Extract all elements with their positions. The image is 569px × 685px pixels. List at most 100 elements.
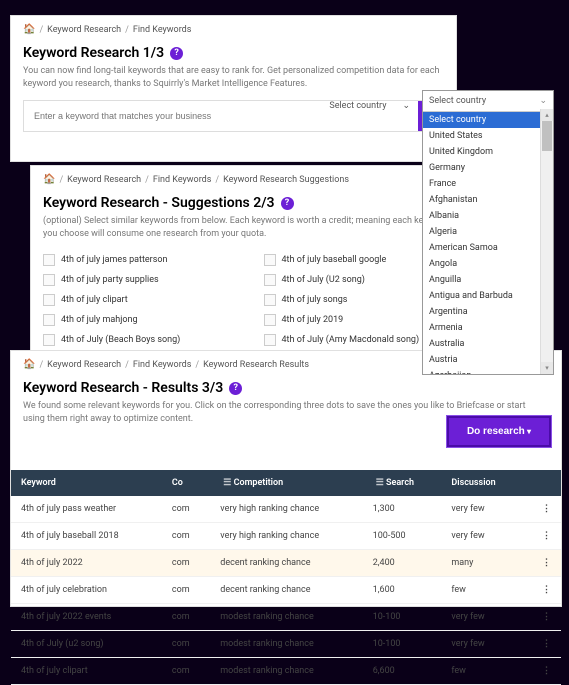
cell-co: com [162,658,210,685]
country-option[interactable]: Afghanistan [423,192,541,208]
col-co[interactable]: Co [162,470,210,496]
panel-step1: 🏠/ Keyword Research/ Find Keywords Keywo… [10,15,457,162]
table-row: 4th of july 2022 eventscommodest ranking… [11,604,561,631]
cell-search: 10-100 [363,604,442,631]
col-search[interactable]: ☰ Search [363,470,442,496]
sort-icon: ☰ [376,478,384,488]
scroll-up-icon[interactable]: ▴ [541,109,553,121]
checkbox-icon[interactable] [43,294,55,306]
suggestion-label: 4th of july mahjong [61,315,138,325]
cell-co: com [162,631,210,658]
suggestion-item[interactable]: 4th of july james patterson [43,250,244,270]
keyword-input[interactable] [24,101,321,131]
keyword-input-row: Select country⌄ [23,100,444,132]
country-option[interactable]: Albania [423,208,541,224]
bc-link[interactable]: Keyword Research [47,360,121,370]
country-option[interactable]: United States [423,128,541,144]
col-discussion[interactable]: Discussion [441,470,523,496]
country-option[interactable]: Angola [423,256,541,272]
cell-competition: very high ranking chance [210,523,362,550]
country-option[interactable]: Germany [423,160,541,176]
country-option[interactable]: Algeria [423,224,541,240]
cell-discussion: few [441,577,523,604]
cell-keyword: 4th of july 2022 events [11,604,162,631]
row-menu-icon[interactable]: ⋮ [524,550,561,577]
row-menu-icon[interactable]: ⋮ [524,631,561,658]
row-menu-icon[interactable]: ⋮ [524,577,561,604]
country-option[interactable]: France [423,176,541,192]
country-option[interactable]: American Samoa [423,240,541,256]
bc-link[interactable]: Find Keywords [133,360,192,370]
bc-link[interactable]: Keyword Research [47,25,121,35]
help-icon[interactable]: ? [229,382,242,395]
cell-competition: decent ranking chance [210,577,362,604]
panel-step2: 🏠/ Keyword Research/ Find Keywords/ Keyw… [30,165,477,367]
country-option[interactable]: Select country [423,112,541,128]
country-option[interactable]: Argentina [423,304,541,320]
cell-keyword: 4th of july baseball 2018 [11,523,162,550]
table-row: 4th of july clipartcommodest ranking cha… [11,658,561,685]
table-row: 4th of july baseball 2018comvery high ra… [11,523,561,550]
country-option[interactable]: Armenia [423,320,541,336]
checkbox-icon[interactable] [43,254,55,266]
panel-step3: 🏠/ Keyword Research/ Find Keywords/ Keyw… [10,350,562,607]
bc-link[interactable]: Keyword Research [67,175,141,185]
suggestion-item[interactable]: 4th of july party supplies [43,270,244,290]
cell-search: 2,400 [363,550,442,577]
country-option[interactable]: Austria [423,352,541,368]
cell-search: 1,300 [363,496,442,523]
cell-keyword: 4th of july pass weather [11,496,162,523]
country-option[interactable]: United Kingdom [423,144,541,160]
bc-link[interactable]: Find Keywords [133,25,192,35]
checkbox-icon[interactable] [43,274,55,286]
suggestion-label: 4th of July (Amy Macdonald song) [282,335,420,345]
bc-link[interactable]: Keyword Research Results [203,360,309,370]
country-option[interactable]: Anguilla [423,272,541,288]
do-research-button[interactable]: Do research [447,416,551,447]
description: (optional) Select similar keywords from … [31,215,476,250]
suggestion-label: 4th of July (Beach Boys song) [61,335,180,345]
checkbox-icon[interactable] [264,314,276,326]
bc-link[interactable]: Find Keywords [153,175,212,185]
col-keyword[interactable]: Keyword [11,470,162,496]
page-title: Keyword Research 1/3 ? [11,43,456,65]
country-option[interactable]: Azerbaijan [423,368,541,375]
col-competition[interactable]: ☰ Competition [210,470,362,496]
home-icon[interactable]: 🏠 [23,359,35,370]
table-row: 4th of july celebrationcomdecent ranking… [11,577,561,604]
row-menu-icon[interactable]: ⋮ [524,604,561,631]
suggestion-label: 4th of july songs [282,295,348,305]
suggestion-item[interactable]: 4th of july clipart [43,290,244,310]
checkbox-icon[interactable] [264,334,276,346]
scroll-down-icon[interactable]: ▾ [541,362,553,374]
cell-search: 6,600 [363,658,442,685]
row-menu-icon[interactable]: ⋮ [524,496,561,523]
description: You can now find long-tail keywords that… [11,65,456,100]
home-icon[interactable]: 🏠 [43,174,55,185]
country-option[interactable]: Australia [423,336,541,352]
scrollbar[interactable]: ▴ ▾ [540,109,553,374]
cell-search: 100-500 [363,523,442,550]
cell-co: com [162,550,210,577]
bc-link[interactable]: Keyword Research Suggestions [223,175,349,185]
cell-keyword: 4th of july celebration [11,577,162,604]
checkbox-icon[interactable] [43,334,55,346]
suggestion-label: 4th of july baseball google [282,255,387,265]
row-menu-icon[interactable]: ⋮ [524,523,561,550]
home-icon[interactable]: 🏠 [23,24,35,35]
suggestion-item[interactable]: 4th of July (Beach Boys song) [43,330,244,350]
checkbox-icon[interactable] [264,294,276,306]
suggestion-item[interactable]: 4th of july mahjong [43,310,244,330]
cell-competition: modest ranking chance [210,658,362,685]
help-icon[interactable]: ? [170,47,183,60]
checkbox-icon[interactable] [264,274,276,286]
checkbox-icon[interactable] [43,314,55,326]
checkbox-icon[interactable] [264,254,276,266]
country-select[interactable]: Select country [321,101,394,131]
suggestion-label: 4th of july james patterson [61,255,167,265]
help-icon[interactable]: ? [281,197,294,210]
dropdown-header[interactable]: Select country [423,91,553,112]
country-option[interactable]: Antigua and Barbuda [423,288,541,304]
scroll-thumb[interactable] [542,121,552,151]
row-menu-icon[interactable]: ⋮ [524,658,561,685]
